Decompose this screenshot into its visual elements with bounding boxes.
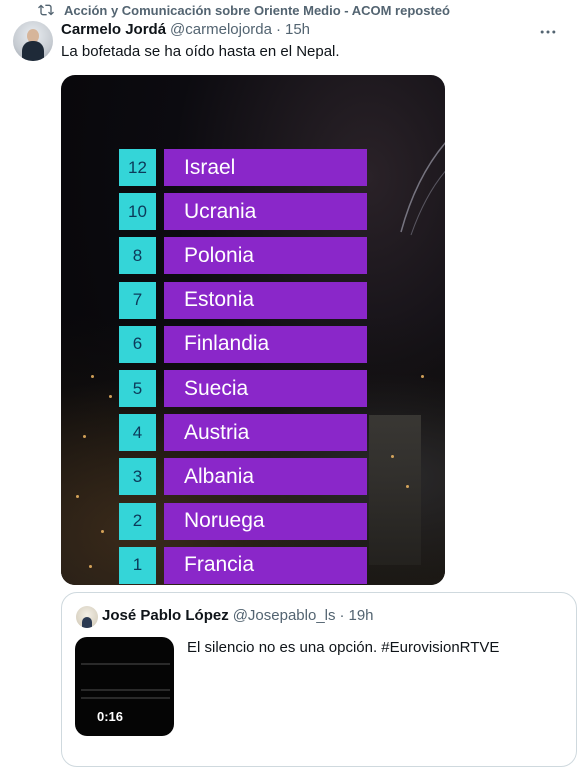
separator-dot: · <box>275 21 281 38</box>
repost-banner[interactable]: Acción y Comunicación sobre Oriente Medi… <box>38 2 450 18</box>
scoreboard-row: 1 Francia <box>119 546 367 584</box>
author-avatar[interactable] <box>13 21 53 61</box>
scoreboard-row: 8 Polonia <box>119 237 367 275</box>
country-label: Ucrania <box>164 193 367 231</box>
tower-silhouette <box>369 415 421 565</box>
quoted-tweet-time: 19h <box>348 607 374 624</box>
scoreboard-row: 2 Noruega <box>119 502 367 540</box>
points-box: 10 <box>119 193 156 231</box>
tweet-text: La bofetada se ha oído hasta en el Nepal… <box>61 43 340 60</box>
scoreboard-row: 6 Finlandia <box>119 325 367 363</box>
scoreboard-row: 5 Suecia <box>119 370 367 407</box>
quoted-tweet-header: José Pablo López @Josepablo_ls · 19h <box>102 607 374 624</box>
scoreboard-row: 4 Austria <box>119 414 367 452</box>
scoreboard-row: 10 Ucrania <box>119 193 367 231</box>
repost-icon <box>38 4 54 16</box>
quoted-video-thumbnail[interactable]: 0:16 <box>75 637 174 736</box>
points-box: 6 <box>119 325 156 363</box>
quoted-author-handle: @Josepablo_ls <box>232 607 336 624</box>
country-label: Francia <box>164 546 367 584</box>
scoreboard-row: 7 Estonia <box>119 281 367 319</box>
author-name[interactable]: Carmelo Jordá <box>61 21 166 38</box>
repost-banner-text: Acción y Comunicación sobre Oriente Medi… <box>64 2 450 18</box>
country-label: Polonia <box>164 237 367 275</box>
country-label: Albania <box>164 458 367 496</box>
scoreboard-row: 3 Albania <box>119 458 367 496</box>
author-handle[interactable]: @carmelojorda <box>170 21 272 38</box>
country-label: Finlandia <box>164 325 367 363</box>
country-label: Austria <box>164 414 367 452</box>
scoreboard-row: 12 Israel <box>119 149 367 186</box>
quoted-separator-dot: · <box>339 607 345 624</box>
firework-graphic <box>400 142 445 236</box>
points-box: 12 <box>119 149 156 186</box>
points-box: 8 <box>119 237 156 275</box>
points-box: 2 <box>119 502 156 540</box>
country-label: Israel <box>164 149 367 186</box>
points-box: 4 <box>119 414 156 452</box>
video-duration: 0:16 <box>97 709 124 724</box>
points-box: 1 <box>119 546 156 584</box>
tweet-header: Carmelo Jordá @carmelojorda · 15h <box>61 21 310 38</box>
quoted-tweet-text: El silencio no es una opción. #Eurovisio… <box>187 639 500 656</box>
points-box: 5 <box>119 370 156 407</box>
points-box: 7 <box>119 281 156 319</box>
points-box: 3 <box>119 458 156 496</box>
tweet-media-image[interactable]: 12 Israel 10 Ucrania 8 Polonia 7 Estonia 6 Finlan… <box>61 75 445 585</box>
tweet-time[interactable]: 15h <box>285 21 310 38</box>
country-label: Suecia <box>164 370 367 407</box>
country-label: Noruega <box>164 502 367 540</box>
country-label: Estonia <box>164 281 367 319</box>
quoted-author-avatar[interactable] <box>76 606 98 628</box>
more-icon[interactable] <box>537 22 559 42</box>
quoted-tweet[interactable]: José Pablo López @Josepablo_ls · 19h 0:1… <box>61 592 577 767</box>
more-icon-glyph <box>540 30 556 34</box>
quoted-author-name: José Pablo López <box>102 607 229 624</box>
